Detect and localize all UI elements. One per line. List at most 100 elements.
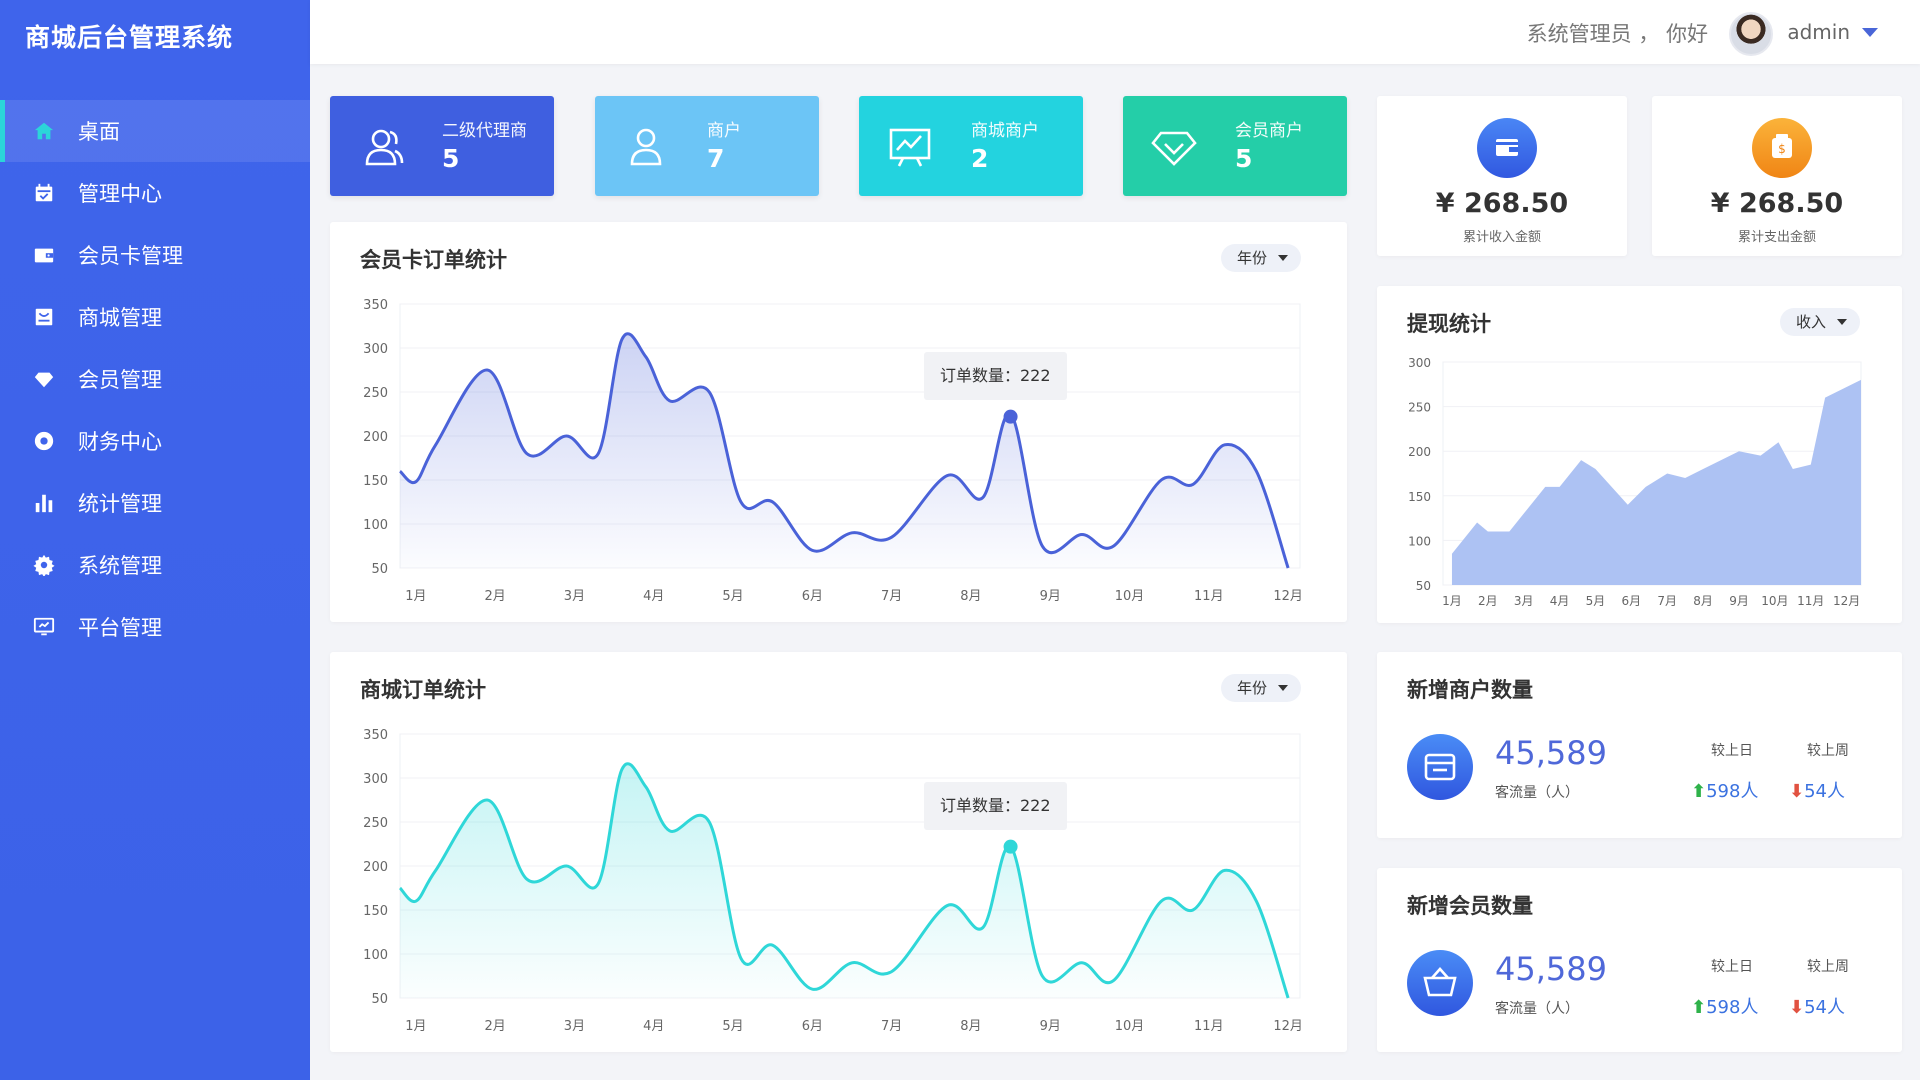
x-tick-label: 4月 <box>1550 594 1570 608</box>
money-value: ¥ 268.50 <box>1710 188 1844 219</box>
compare-day-value: ⬆598人 <box>1691 777 1758 803</box>
stat-card-merchants[interactable]: 商户 7 <box>595 96 819 196</box>
sidebar-item-label: 财务中心 <box>78 430 162 454</box>
compare-day-value: ⬆598人 <box>1691 993 1758 1019</box>
x-tick-label: 11月 <box>1797 594 1824 608</box>
y-tick-label: 200 <box>363 860 388 875</box>
sidebar-item-label: 会员管理 <box>78 368 162 392</box>
arrow-down-icon: ⬇ <box>1789 997 1805 1018</box>
x-tick-label: 10月 <box>1115 1019 1145 1034</box>
highlight-point[interactable] <box>1003 839 1018 854</box>
traffic-label: 客流量（人） <box>1495 785 1579 801</box>
compare-week-label: 较上周 <box>1807 743 1849 759</box>
x-tick-label: 5月 <box>722 1019 743 1034</box>
store-icon <box>1407 734 1473 800</box>
sidebar-item-label: 商城管理 <box>78 306 162 330</box>
stat-card-agents[interactable]: 二级代理商 5 <box>330 96 554 196</box>
diamond-icon <box>32 367 56 391</box>
x-tick-label: 1月 <box>405 1019 426 1034</box>
home-icon <box>32 119 56 143</box>
wallet-icon <box>32 243 56 267</box>
sidebar-item-membership-card[interactable]: 会员卡管理 <box>0 224 310 286</box>
monitor-icon <box>32 615 56 639</box>
income-total-card: ¥ 268.50 累计收入金额 <box>1377 96 1627 256</box>
money-bag-icon: $ <box>1752 118 1812 178</box>
x-tick-label: 10月 <box>1761 594 1788 608</box>
stat-label: 二级代理商 <box>442 121 527 141</box>
sidebar-item-platform[interactable]: 平台管理 <box>0 596 310 658</box>
traffic-label: 客流量（人） <box>1495 1001 1579 1017</box>
compare-week-value: ⬇54人 <box>1789 777 1845 803</box>
panel-title: 新增会员数量 <box>1407 894 1533 918</box>
y-tick-label: 150 <box>363 474 388 489</box>
sidebar-menu: 桌面 管理中心 会员卡管理 商城管理 会员管理 财务中心 统计管理 系统管理 平… <box>0 100 310 658</box>
y-tick-label: 350 <box>363 298 388 313</box>
sidebar-item-desktop[interactable]: 桌面 <box>0 100 310 162</box>
sidebar-item-members[interactable]: 会员管理 <box>0 348 310 410</box>
y-tick-label: 350 <box>363 728 388 743</box>
area-series <box>1451 379 1861 585</box>
compare-week-number: 54人 <box>1804 997 1845 1018</box>
y-tick-label: 50 <box>371 992 388 1007</box>
y-tick-label: 250 <box>1408 401 1431 415</box>
app-title: 商城后台管理系统 <box>25 23 234 52</box>
stat-value: 7 <box>707 144 725 173</box>
x-tick-label: 11月 <box>1194 589 1224 604</box>
gear-icon <box>32 553 56 577</box>
chart-tooltip: 订单数量：222 <box>924 352 1067 400</box>
wallet-icon <box>1477 118 1537 178</box>
sidebar-item-finance[interactable]: 财务中心 <box>0 410 310 472</box>
svg-text:$: $ <box>1778 142 1786 156</box>
x-tick-label: 2月 <box>485 589 506 604</box>
x-tick-label: 9月 <box>1729 594 1749 608</box>
stat-value: 5 <box>1235 144 1253 173</box>
money-label: 累计支出金额 <box>1737 230 1816 245</box>
y-tick-label: 150 <box>1408 490 1431 504</box>
area-fill <box>400 333 1289 568</box>
y-tick-label: 250 <box>363 816 388 831</box>
x-tick-label: 8月 <box>960 589 981 604</box>
arrow-up-icon: ⬆ <box>1691 781 1707 802</box>
x-tick-label: 5月 <box>1586 594 1606 608</box>
money-value: ¥ 268.50 <box>1435 188 1569 219</box>
x-tick-label: 6月 <box>802 589 823 604</box>
x-tick-label: 10月 <box>1115 589 1145 604</box>
x-tick-label: 7月 <box>881 589 902 604</box>
highlight-point[interactable] <box>1003 409 1018 424</box>
x-tick-label: 1月 <box>405 589 426 604</box>
greeting-text: 系统管理员 ， 你好 <box>1526 22 1708 46</box>
trend-board-icon <box>887 124 933 170</box>
stat-card-member-merchants[interactable]: 会员商户 5 <box>1123 96 1347 196</box>
x-tick-label: 3月 <box>564 1019 585 1034</box>
users-icon <box>358 124 404 170</box>
y-tick-label: 100 <box>363 518 388 533</box>
sidebar-item-label: 会员卡管理 <box>78 244 183 268</box>
chevron-down-icon[interactable] <box>1862 28 1878 37</box>
member-card-chart-panel: 会员卡订单统计 年份 50 100 150 200 250 300 350 1月 2月 3月 4月 5… <box>330 222 1347 622</box>
member-card-line-chart: 50 100 150 200 250 300 350 1月 2月 3月 4月 5月 6月 7月 8月 9月 10… <box>363 298 1303 604</box>
sidebar-item-system[interactable]: 系统管理 <box>0 534 310 596</box>
x-tick-label: 3月 <box>1514 594 1534 608</box>
stat-label: 商户 <box>707 121 741 141</box>
x-tick-label: 4月 <box>643 1019 664 1034</box>
stat-value: 5 <box>442 144 460 173</box>
y-tick-label: 200 <box>1408 445 1431 459</box>
compare-day-label: 较上日 <box>1711 959 1753 975</box>
user-icon <box>623 124 669 170</box>
username[interactable]: admin <box>1787 20 1850 44</box>
stat-card-mall-merchants[interactable]: 商城商户 2 <box>859 96 1083 196</box>
sidebar-item-statistics[interactable]: 统计管理 <box>0 472 310 534</box>
x-tick-label: 3月 <box>564 589 585 604</box>
x-tick-label: 7月 <box>1657 594 1677 608</box>
y-tick-label: 300 <box>363 342 388 357</box>
avatar[interactable] <box>1729 12 1773 56</box>
y-tick-label: 300 <box>363 772 388 787</box>
x-tick-label: 4月 <box>643 589 664 604</box>
sidebar: 商城后台管理系统 桌面 管理中心 会员卡管理 商城管理 会员管理 财务中心 统计… <box>0 0 310 1080</box>
arrow-down-icon: ⬇ <box>1789 781 1805 802</box>
compare-day-number: 598人 <box>1706 997 1759 1018</box>
arrow-up-icon: ⬆ <box>1691 997 1707 1018</box>
sidebar-item-management-center[interactable]: 管理中心 <box>0 162 310 224</box>
sidebar-item-mall[interactable]: 商城管理 <box>0 286 310 348</box>
x-tick-label: 2月 <box>1478 594 1498 608</box>
